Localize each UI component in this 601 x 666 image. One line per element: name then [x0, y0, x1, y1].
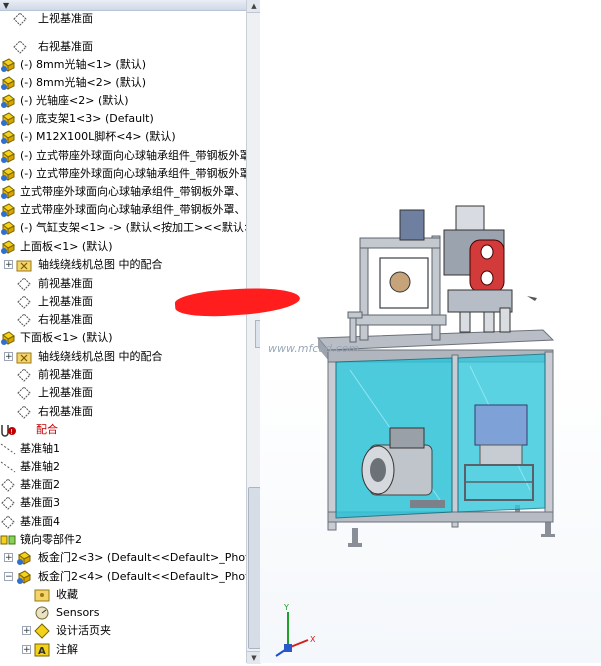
- part-icon: [0, 57, 16, 73]
- graphics-viewport[interactable]: Y X: [260, 0, 601, 663]
- part-icon: [0, 75, 16, 91]
- tree-row-label: 配合: [36, 423, 58, 436]
- plane-icon: [16, 294, 32, 310]
- tree-row-label: (-) 底支架1<3> (Default): [20, 112, 154, 125]
- tree-row-label: Sensors: [56, 606, 100, 619]
- tree-row-label: 轴线绕线机总图 中的配合: [38, 258, 163, 271]
- part-icon: [16, 550, 32, 566]
- plane-icon: [12, 11, 28, 27]
- tree-row-label: (-) 气缸支架<1> -> (默认<按加工><<默认>: [20, 221, 246, 234]
- tree-row-label: (-) 光轴座<2> (默认): [20, 94, 129, 107]
- tree-row-label: 右视基准面: [38, 40, 93, 53]
- tree-row-label: 注解: [56, 643, 78, 656]
- tree-row-label: 上面板<1> (默认): [20, 240, 113, 253]
- part-icon: [0, 93, 16, 109]
- axes-triad-icon: Y X: [275, 603, 316, 657]
- part-icon: [0, 148, 16, 164]
- tree-row-label: 收藏: [56, 588, 78, 601]
- plane-icon: [0, 495, 16, 511]
- plane-icon: [16, 367, 32, 383]
- mates-icon: !: [0, 422, 16, 438]
- tree-row-label: 板金门2<3> (Default<<Default>_Photo: [38, 551, 246, 564]
- tree-row-label: 前视基准面: [38, 368, 93, 381]
- tree-row-label: (-) 立式带座外球面向心球轴承组件_带钢板外罩: [20, 167, 246, 180]
- tree-row-label: 上视基准面: [38, 12, 93, 25]
- svg-text:!: !: [10, 428, 13, 436]
- plane-icon: [16, 312, 32, 328]
- annotation-icon: A: [34, 642, 50, 658]
- tree-row-label: (-) 8mm光轴<1> (默认): [20, 58, 146, 71]
- mate-folder-icon: [16, 349, 32, 365]
- expand-icon[interactable]: +: [4, 352, 13, 362]
- machine-model: Y X: [275, 205, 555, 657]
- sensors-icon: [34, 605, 50, 621]
- tree-row-label: 镜向零部件2: [20, 533, 82, 546]
- svg-text:Y: Y: [283, 603, 289, 612]
- tree-row-label: 下面板<1> (默认): [20, 331, 113, 344]
- tree-row-label: 基准面4: [20, 515, 60, 528]
- tree-row-label: 上视基准面: [38, 295, 93, 308]
- tree-row-label: 前视基准面: [38, 277, 93, 290]
- part-icon: [16, 569, 32, 585]
- part-icon: [0, 330, 16, 346]
- mirror-icon: [0, 532, 16, 548]
- expand-icon[interactable]: +: [4, 553, 13, 563]
- tree-row-label: (-) M12X100L脚杯<4> (默认): [20, 130, 176, 143]
- part-icon: [0, 184, 16, 200]
- part-icon: [0, 239, 16, 255]
- favorites-icon: [34, 587, 50, 603]
- tree-row-label: 右视基准面: [38, 313, 93, 326]
- tree-row-label: 上视基准面: [38, 386, 93, 399]
- axis-icon: [0, 441, 16, 457]
- plane-icon: [16, 276, 32, 292]
- tree-row-label: 板金门2<4> (Default<<Default>_Photo: [38, 570, 246, 583]
- tree-row-label: 基准面3: [20, 496, 60, 509]
- expand-icon[interactable]: +: [22, 626, 31, 636]
- tree-row-label: (-) 8mm光轴<2> (默认): [20, 76, 146, 89]
- plane-icon: [0, 514, 16, 530]
- svg-text:X: X: [310, 635, 316, 644]
- chevron-down-icon[interactable]: ▼: [3, 1, 9, 10]
- tree-row-label: 基准轴1: [20, 442, 60, 455]
- plane-icon: [16, 385, 32, 401]
- axis-icon: [0, 459, 16, 475]
- tree-row-label: 基准面2: [20, 478, 60, 491]
- tree-row-label: 右视基准面: [38, 405, 93, 418]
- collapse-icon[interactable]: −: [4, 572, 13, 582]
- scroll-down-icon[interactable]: ▼: [247, 651, 261, 664]
- mate-folder-icon: [16, 257, 32, 273]
- tree-row-label: (-) 立式带座外球面向心球轴承组件_带钢板外罩: [20, 149, 246, 162]
- tree-row-label: 立式带座外球面向心球轴承组件_带钢板外罩、: [20, 185, 246, 198]
- part-icon: [0, 202, 16, 218]
- part-icon: [0, 166, 16, 182]
- tree-row-label: 基准轴2: [20, 460, 60, 473]
- binder-icon: [34, 623, 50, 639]
- plane-icon: [12, 39, 28, 55]
- watermark-text: www.mfcad.com: [268, 342, 360, 355]
- upper-mechanism: [379, 205, 537, 333]
- scroll-up-icon[interactable]: ▲: [247, 0, 261, 13]
- expand-icon[interactable]: +: [4, 260, 13, 270]
- tree-row-label: 轴线绕线机总图 中的配合: [38, 350, 163, 363]
- tree-row-label: 立式带座外球面向心球轴承组件_带钢板外罩、: [20, 203, 246, 216]
- svg-text:A: A: [38, 646, 46, 657]
- part-icon: [0, 129, 16, 145]
- tree-header: ▼: [0, 0, 246, 11]
- feature-tree: ▼ 上视基准面 右视基准面 (-) 8mm光轴<1> (默认) (-) 8mm光轴<2…: [0, 0, 246, 663]
- plane-icon: [16, 404, 32, 420]
- part-icon: [0, 220, 16, 236]
- expand-icon[interactable]: +: [22, 645, 31, 655]
- tree-row-label: 设计活页夹: [56, 624, 111, 637]
- plane-icon: [0, 477, 16, 493]
- part-icon: [0, 111, 16, 127]
